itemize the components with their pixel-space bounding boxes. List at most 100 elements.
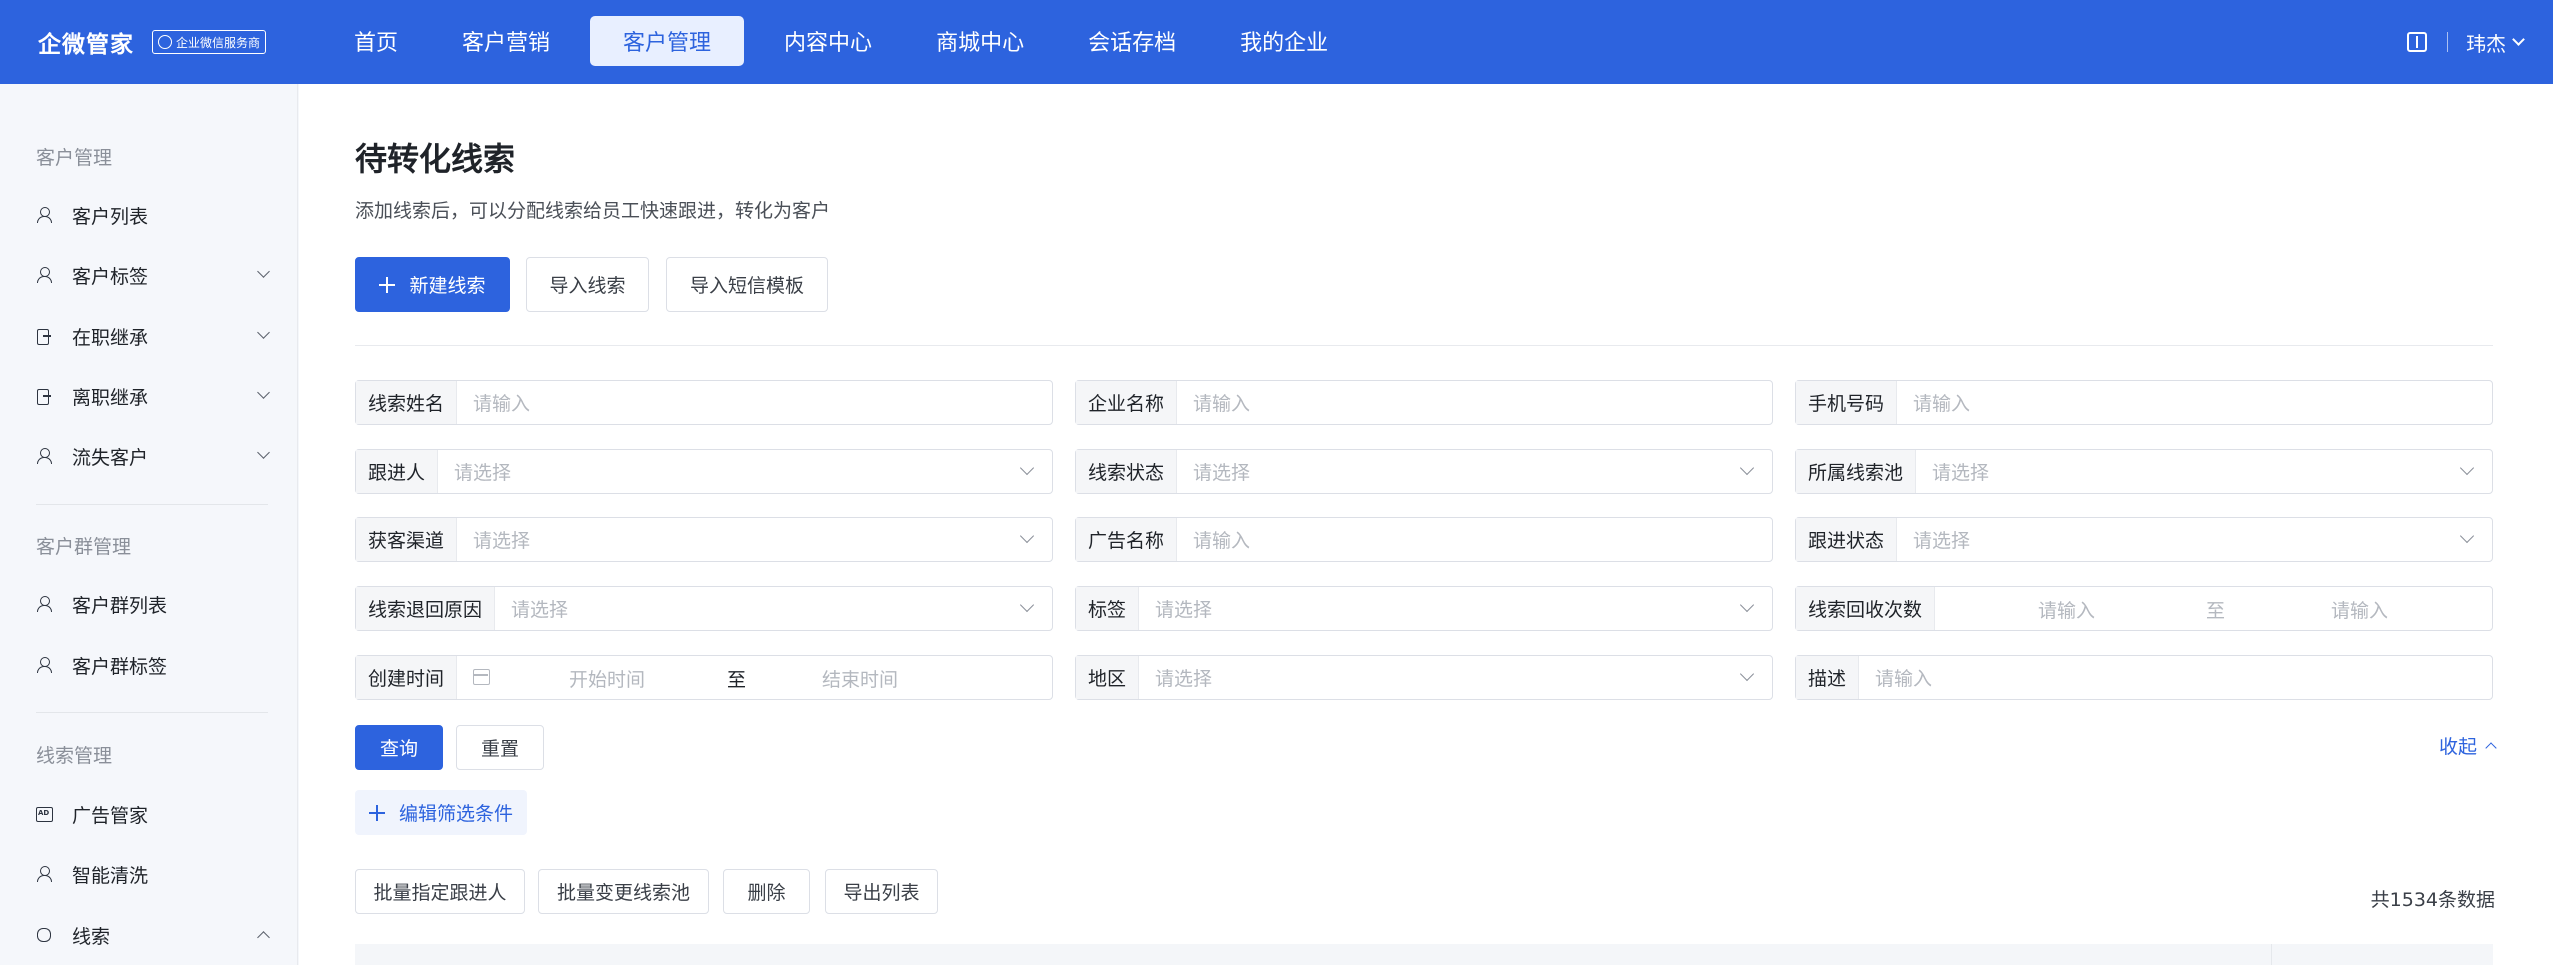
field-label: 线索退回原因: [356, 587, 496, 630]
sidebar-item-customer-list[interactable]: 客户列表: [36, 195, 268, 235]
end-time-input[interactable]: 结束时间: [822, 656, 898, 701]
collapse-filters-link[interactable]: 收起: [2439, 732, 2497, 759]
import-leads-button[interactable]: 导入线索: [526, 257, 649, 312]
lead-name-input[interactable]: 请输入: [457, 389, 1052, 416]
field-label: 描述: [1796, 656, 1860, 699]
field-label: 所属线索池: [1796, 450, 1917, 493]
new-lead-button[interactable]: 新建线索: [355, 257, 510, 312]
recycle-count-max-input[interactable]: 请输入: [2331, 587, 2388, 632]
chevron-up-icon: [257, 931, 270, 944]
tag-select[interactable]: 标签 请选择: [1075, 586, 1773, 631]
range-separator: 至: [2206, 600, 2226, 622]
company-name-field[interactable]: 企业名称 请输入: [1075, 380, 1773, 425]
user-icon: [36, 267, 52, 283]
plus-icon: [369, 804, 385, 821]
field-label: 创建时间: [356, 656, 458, 699]
sidebar-item-onjob-inherit[interactable]: 在职继承: [36, 316, 270, 356]
lead-status-select[interactable]: 线索状态 请选择: [1075, 449, 1773, 494]
nav-home[interactable]: 首页: [330, 16, 422, 66]
sidebar-item-label: 离职继承: [72, 386, 149, 409]
lead-pool-select[interactable]: 所属线索池 请选择: [1795, 449, 2493, 494]
region-select[interactable]: 地区 请选择: [1075, 655, 1773, 700]
sidebar-item-label: 广告管家: [72, 804, 149, 827]
sidebar-item-group-tags[interactable]: 客户群标签: [36, 645, 268, 685]
top-bar: 企微管家 企业微信服务商 首页 客户营销 客户管理 内容中心 商城中心 会话存档…: [0, 0, 2553, 84]
sidebar-item-leads[interactable]: 线索: [36, 915, 270, 955]
nav-marketing[interactable]: 客户营销: [438, 16, 574, 66]
door-icon: [36, 388, 52, 405]
sidebar-item-smart-clean[interactable]: 智能清洗: [36, 854, 268, 894]
export-list-button[interactable]: 导出列表: [825, 869, 938, 914]
book-icon[interactable]: [2407, 32, 2427, 52]
edit-filter-label: 编辑筛选条件: [399, 803, 514, 825]
tag-value[interactable]: 请选择: [1139, 595, 1772, 622]
lead-status-value[interactable]: 请选择: [1177, 458, 1772, 485]
follower-select[interactable]: 跟进人 请选择: [355, 449, 1053, 494]
channel-select[interactable]: 获客渠道 请选择: [355, 517, 1053, 562]
chevron-up-icon: [2485, 742, 2497, 754]
import-sms-template-button[interactable]: 导入短信模板: [666, 257, 828, 312]
return-reason-value[interactable]: 请选择: [495, 595, 1052, 622]
chevron-down-icon: [257, 326, 270, 339]
batch-change-pool-button[interactable]: 批量变更线索池: [538, 869, 709, 914]
follower-value[interactable]: 请选择: [438, 458, 1052, 485]
chevron-down-icon[interactable]: [2512, 32, 2525, 46]
sidebar-item-group-list[interactable]: 客户群列表: [36, 584, 268, 624]
divider: [2447, 32, 2448, 52]
recycle-count-range[interactable]: 线索回收次数 请输入 至 请输入: [1795, 586, 2493, 631]
follow-status-value[interactable]: 请选择: [1897, 526, 2492, 553]
channel-value[interactable]: 请选择: [457, 526, 1052, 553]
sidebar-item-label: 客户列表: [72, 205, 149, 228]
sidebar-item-ad-manager[interactable]: 广告管家: [36, 794, 268, 834]
phone-field[interactable]: 手机号码 请输入: [1795, 380, 2493, 425]
user-name[interactable]: 玮杰: [2466, 28, 2506, 57]
field-label: 地区: [1076, 656, 1140, 699]
field-label: 线索状态: [1076, 450, 1178, 493]
phone-input[interactable]: 请输入: [1897, 389, 2492, 416]
edit-filter-button[interactable]: 编辑筛选条件: [355, 790, 528, 835]
table-header: [355, 944, 2493, 965]
nav-chat-archive[interactable]: 会话存档: [1064, 16, 1200, 66]
nav-customer-management[interactable]: 客户管理: [590, 16, 745, 66]
field-label: 企业名称: [1076, 381, 1178, 424]
batch-assign-button[interactable]: 批量指定跟进人: [355, 869, 525, 914]
company-name-input[interactable]: 请输入: [1177, 389, 1772, 416]
created-time-range[interactable]: 创建时间 开始时间 至 结束时间: [355, 655, 1053, 700]
delete-button[interactable]: 删除: [723, 869, 810, 914]
field-label: 线索姓名: [356, 381, 458, 424]
ad-name-input[interactable]: 请输入: [1177, 526, 1772, 553]
nav-content-center[interactable]: 内容中心: [760, 16, 896, 66]
field-label: 获客渠道: [356, 518, 458, 561]
recycle-count-min-input[interactable]: 请输入: [2038, 587, 2095, 632]
description-input[interactable]: 请输入: [1859, 664, 2492, 691]
follow-status-select[interactable]: 跟进状态 请选择: [1795, 517, 2493, 562]
lead-pool-value[interactable]: 请选择: [1916, 458, 2492, 485]
nav-my-enterprise[interactable]: 我的企业: [1216, 16, 1352, 66]
sidebar-item-label: 客户群列表: [72, 594, 168, 617]
link-icon: [36, 927, 52, 943]
sidebar-item-customer-tags[interactable]: 客户标签: [36, 255, 270, 295]
plus-icon: [379, 276, 396, 293]
reset-button[interactable]: 重置: [456, 725, 544, 770]
sidebar-item-label: 客户标签: [72, 265, 149, 288]
ad-name-field[interactable]: 广告名称 请输入: [1075, 517, 1773, 562]
sidebar-item-label: 线索: [72, 925, 111, 948]
description-field[interactable]: 描述 请输入: [1795, 655, 2493, 700]
sidebar-item-resign-inherit[interactable]: 离职继承: [36, 376, 270, 416]
sidebar-item-label: 客户群标签: [72, 655, 168, 678]
start-time-input[interactable]: 开始时间: [569, 656, 645, 701]
divider: [36, 504, 268, 505]
divider: [36, 712, 268, 713]
chevron-down-icon: [257, 265, 270, 278]
return-reason-select[interactable]: 线索退回原因 请选择: [355, 586, 1053, 631]
sidebar-item-lost-customers[interactable]: 流失客户: [36, 436, 270, 476]
sidebar-item-label: 在职继承: [72, 326, 149, 349]
sidebar-item-label: 流失客户: [72, 446, 149, 469]
field-label: 标签: [1076, 587, 1140, 630]
field-label: 广告名称: [1076, 518, 1178, 561]
query-button[interactable]: 查询: [355, 725, 443, 770]
nav-mall-center[interactable]: 商城中心: [912, 16, 1048, 66]
lead-name-field[interactable]: 线索姓名 请输入: [355, 380, 1053, 425]
field-label: 手机号码: [1796, 381, 1898, 424]
region-value[interactable]: 请选择: [1139, 664, 1772, 691]
